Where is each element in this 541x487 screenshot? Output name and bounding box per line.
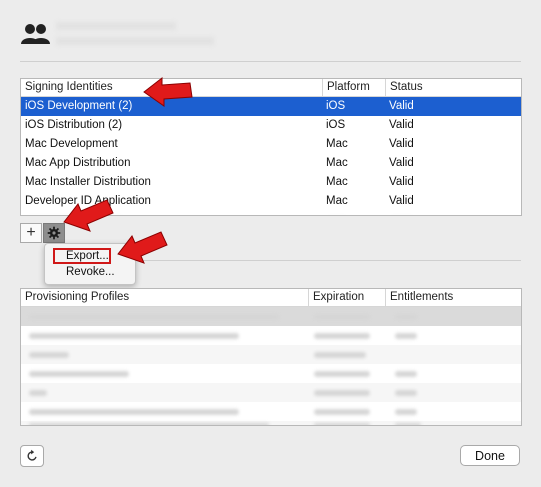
identity-status-cut <box>385 211 521 215</box>
identity-status: Valid <box>389 195 414 207</box>
identity-status: Valid <box>389 176 414 188</box>
people-icon <box>21 24 50 44</box>
identity-platform: Mac <box>326 157 348 169</box>
add-identity-button[interactable]: + <box>20 223 42 243</box>
identity-status: Valid <box>389 119 414 131</box>
col-expiration[interactable]: Expiration <box>308 289 385 306</box>
profile-row[interactable] <box>21 364 521 383</box>
account-name-redacted <box>56 22 176 30</box>
signing-row[interactable]: Mac App Distribution Mac Valid <box>21 154 521 173</box>
identity-platform: Mac <box>326 195 348 207</box>
identity-platform: Mac <box>326 138 348 150</box>
signing-row-selected[interactable]: iOS Development (2) iOS Valid <box>21 97 521 116</box>
account-header <box>0 0 541 62</box>
refresh-icon <box>27 449 37 461</box>
identity-status: Valid <box>389 100 414 112</box>
col-platform[interactable]: Platform <box>322 79 385 96</box>
identity-name: Mac Development <box>25 138 118 150</box>
identity-platform: iOS <box>326 100 346 112</box>
account-id-redacted <box>56 37 214 45</box>
profile-row[interactable] <box>21 402 521 421</box>
signing-table-header: Signing Identities Platform Status <box>21 79 521 97</box>
signing-identities-table[interactable]: Signing Identities Platform Status iOS D… <box>20 78 522 216</box>
identity-name: iOS Distribution (2) <box>25 119 123 131</box>
red-arrow-icon <box>63 199 114 232</box>
profile-row[interactable] <box>21 345 521 364</box>
col-provisioning-profiles[interactable]: Provisioning Profiles <box>21 289 308 306</box>
identity-status: Valid <box>389 157 414 169</box>
profile-row[interactable] <box>21 383 521 402</box>
signing-row[interactable]: Mac Installer Distribution Mac Valid <box>21 173 521 192</box>
profile-row[interactable] <box>21 307 521 326</box>
identity-name: Mac App Distribution <box>25 157 131 169</box>
identity-platform: iOS <box>326 119 346 131</box>
red-arrow-icon <box>143 76 193 107</box>
profile-row[interactable] <box>21 326 521 345</box>
identity-platform: Mac <box>326 176 348 188</box>
signing-row[interactable]: iOS Distribution (2) iOS Valid <box>21 116 521 135</box>
col-entitlements[interactable]: Entitlements <box>385 289 521 306</box>
profile-row[interactable] <box>21 421 521 425</box>
identity-status: Valid <box>389 138 414 150</box>
profiles-table-header: Provisioning Profiles Expiration Entitle… <box>21 289 521 307</box>
profiles-list <box>21 307 521 425</box>
signing-row[interactable]: Mac Development Mac Valid <box>21 135 521 154</box>
menu-item-revoke[interactable]: Revoke... <box>45 264 135 280</box>
gear-icon <box>47 226 61 240</box>
red-arrow-icon <box>117 231 168 264</box>
col-status[interactable]: Status <box>385 79 521 96</box>
identity-name: Mac Installer Distribution <box>25 176 151 188</box>
top-divider <box>20 61 521 62</box>
refresh-button[interactable] <box>20 445 44 467</box>
middle-divider <box>134 260 521 261</box>
identity-platform-cut <box>322 211 385 215</box>
provisioning-profiles-table[interactable]: Provisioning Profiles Expiration Entitle… <box>20 288 522 426</box>
done-button[interactable]: Done <box>460 445 520 466</box>
